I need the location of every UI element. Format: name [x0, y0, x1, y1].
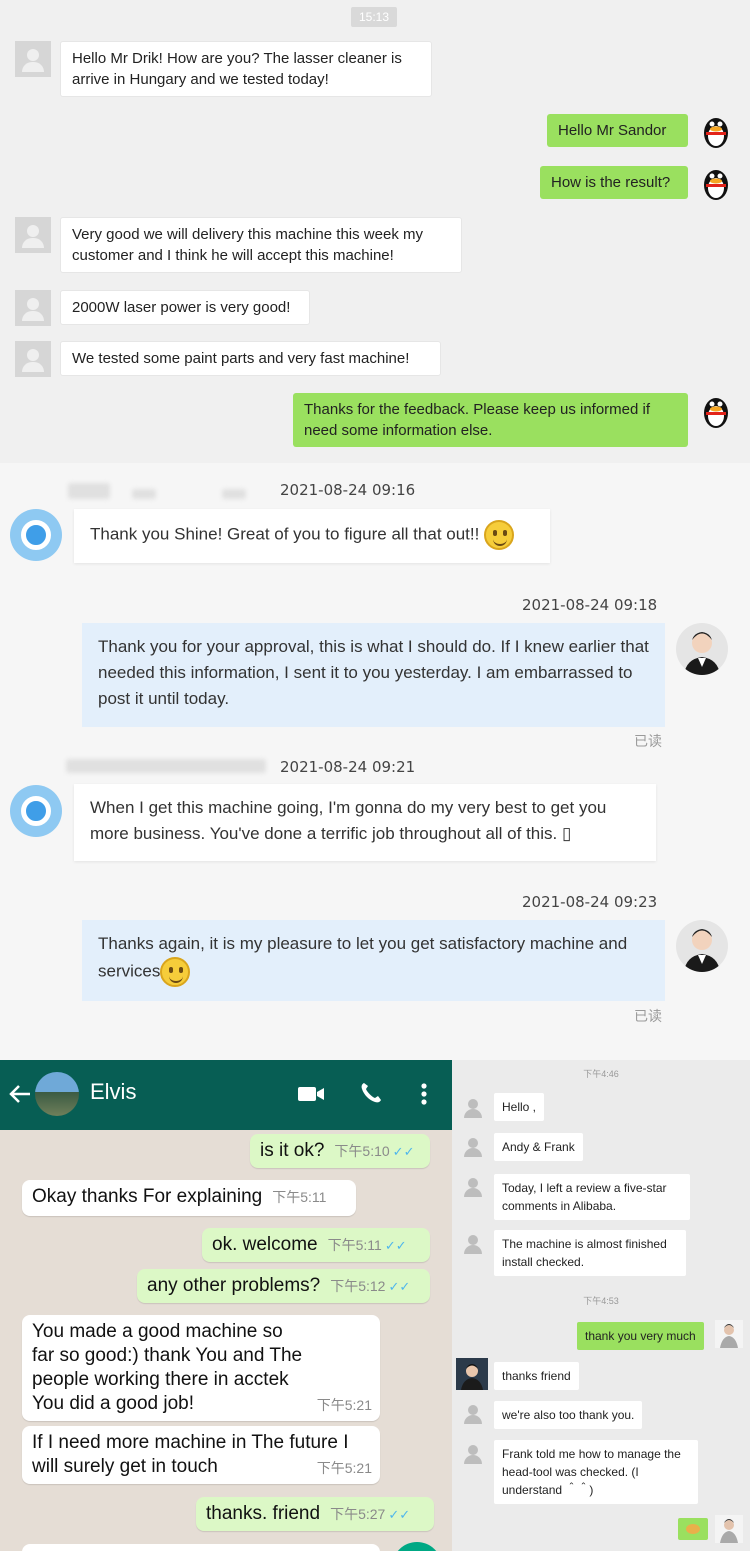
message-bubble-outgoing: any other problems? 下午5:12 ✓✓: [137, 1269, 430, 1303]
message-text: any other problems?: [147, 1275, 321, 1296]
chat-timestamp: 15:13: [351, 7, 397, 27]
message-bubble-outgoing: Thanks again, it is my pleasure to let y…: [82, 920, 665, 1001]
user-avatar[interactable]: [715, 1515, 743, 1543]
message-bubble-incoming: Today, I left a review a five-star comme…: [494, 1174, 690, 1220]
qq-chat-panel-2: 下午4:46 Hello , Andy & Frank Today, I lef…: [452, 1060, 750, 1551]
contact-avatar[interactable]: [10, 785, 62, 837]
blurred-sender-name: [222, 489, 246, 499]
message-timestamp: 2021-08-24 09:18: [522, 596, 658, 614]
blurred-sender-name: [132, 489, 156, 499]
message-time: 下午5:11: [327, 1237, 382, 1253]
message-time: 下午5:11: [272, 1189, 327, 1205]
message-bubble-incoming: When I get this machine going, I'm gonna…: [74, 784, 656, 861]
message-bubble-outgoing: [678, 1518, 708, 1540]
read-receipt-icon: ✓✓: [392, 1144, 415, 1159]
message-text: If I need more machine in The future I w…: [32, 1432, 349, 1477]
contact-avatar[interactable]: [463, 1098, 483, 1118]
contact-avatar[interactable]: [463, 1137, 483, 1157]
message-time: 下午5:27: [330, 1506, 386, 1522]
contact-avatar[interactable]: [463, 1234, 483, 1254]
message-bubble-incoming: Very good we will delivery this machine …: [60, 217, 462, 273]
contact-avatar[interactable]: [15, 217, 51, 253]
message-bubble-outgoing: ok. welcome 下午5:11 ✓✓: [202, 1228, 430, 1262]
message-bubble-outgoing: thank you very much: [577, 1322, 704, 1350]
action-button[interactable]: [392, 1542, 442, 1551]
read-status: 已读: [634, 1008, 662, 1024]
message-bubble-outgoing: Thank you for your approval, this is wha…: [82, 623, 665, 727]
message-bubble-incoming: Okay thanks For explaining 下午5:11: [22, 1180, 356, 1216]
message-text: ok. welcome: [212, 1234, 318, 1255]
whatsapp-header: Elvis: [0, 1060, 452, 1130]
message-bubble-incoming: If I need more machine in The future I w…: [22, 1426, 380, 1484]
user-avatar[interactable]: [715, 1320, 743, 1348]
contact-avatar[interactable]: [15, 290, 51, 326]
message-bubble-outgoing: thanks. friend 下午5:27 ✓✓: [196, 1497, 434, 1531]
emoji-icon: [686, 1524, 700, 1534]
whatsapp-panel: Elvis is it ok? 下午5:10 ✓✓ Okay thanks For …: [0, 1060, 452, 1551]
read-receipt-icon: ✓✓: [388, 1279, 411, 1294]
message-bubble-incoming: Thank you Shine! Great of you to figure …: [74, 509, 550, 563]
back-arrow-icon[interactable]: [9, 1084, 31, 1104]
message-bubble-outgoing: is it ok? 下午5:10 ✓✓: [250, 1134, 430, 1168]
message-bubble-incoming: Hello ,: [494, 1093, 545, 1121]
message-time: 下午5:21: [316, 1397, 372, 1413]
message-timestamp: 2021-08-24 09:21: [280, 758, 416, 776]
message-timestamp: 2021-08-24 09:16: [280, 481, 416, 499]
message-bubble-incoming: The machine is almost finished install c…: [494, 1230, 686, 1276]
message-time: 下午5:10: [334, 1143, 390, 1159]
contact-name[interactable]: Elvis: [90, 1079, 136, 1105]
user-avatar[interactable]: [676, 920, 728, 972]
web-chat-panel: 2021-08-24 09:16 Thank you Shine! Great …: [0, 463, 750, 1060]
contact-avatar[interactable]: [10, 509, 62, 561]
read-status: 已读: [634, 733, 662, 749]
message-bubble-incoming: We tested some paint parts and very fast…: [60, 341, 441, 376]
user-avatar[interactable]: [676, 623, 728, 675]
message-text: thanks. friend: [206, 1503, 321, 1524]
emoji-smile-icon: [160, 957, 191, 987]
blurred-sender-name: [68, 483, 110, 499]
message-time: 下午5:12: [330, 1278, 386, 1294]
message-bubble-incoming: You made a good machine so far so good:)…: [22, 1315, 380, 1421]
message-bubble-outgoing: Thanks for the feedback. Please keep us …: [293, 393, 688, 447]
blurred-sender-name: [66, 759, 266, 773]
message-bubble-incoming: 2000W laser power is very good!: [60, 290, 310, 325]
contact-avatar[interactable]: [456, 1358, 488, 1390]
message-text: Thank you Shine! Great of you to figure …: [90, 524, 480, 544]
phone-icon[interactable]: [359, 1081, 383, 1105]
contact-avatar[interactable]: [15, 341, 51, 377]
qq-chat-panel: 15:13 Hello Mr Drik! How are you? The la…: [0, 0, 750, 463]
contact-avatar[interactable]: [463, 1177, 483, 1197]
chat-timestamp: 下午4:46: [583, 1069, 619, 1079]
more-vert-icon[interactable]: [420, 1082, 428, 1106]
emoji-smile-icon: [484, 520, 515, 550]
message-time: 下午5:21: [316, 1460, 372, 1476]
message-bubble-incoming: thanks friend: [494, 1362, 579, 1390]
chat-timestamp: 下午4:53: [583, 1296, 619, 1306]
message-text: is it ok?: [260, 1140, 325, 1161]
qq-penguin-icon[interactable]: [700, 393, 732, 429]
message-bubble-incoming: [22, 1544, 380, 1551]
contact-avatar[interactable]: [463, 1444, 483, 1464]
message-bubble-incoming: we're also too thank you.: [494, 1401, 643, 1429]
message-bubble-incoming: Frank told me how to manage the head-too…: [494, 1440, 698, 1504]
message-bubble-outgoing: How is the result?: [540, 166, 688, 199]
message-timestamp: 2021-08-24 09:23: [522, 893, 658, 911]
message-text: Okay thanks For explaining: [32, 1186, 263, 1207]
contact-avatar[interactable]: [463, 1404, 483, 1424]
qq-penguin-icon[interactable]: [700, 113, 732, 149]
message-bubble-incoming: Andy & Frank: [494, 1133, 583, 1161]
message-bubble-incoming: Hello Mr Drik! How are you? The lasser c…: [60, 41, 432, 97]
message-bubble-outgoing: Hello Mr Sandor: [547, 114, 688, 147]
read-receipt-icon: ✓✓: [384, 1238, 407, 1253]
message-text: You made a good machine so far so good:)…: [32, 1321, 303, 1414]
qq-penguin-icon[interactable]: [700, 165, 732, 201]
contact-avatar[interactable]: [15, 41, 51, 77]
read-receipt-icon: ✓✓: [388, 1507, 411, 1522]
contact-avatar[interactable]: [35, 1072, 79, 1116]
video-call-icon[interactable]: [297, 1084, 325, 1104]
